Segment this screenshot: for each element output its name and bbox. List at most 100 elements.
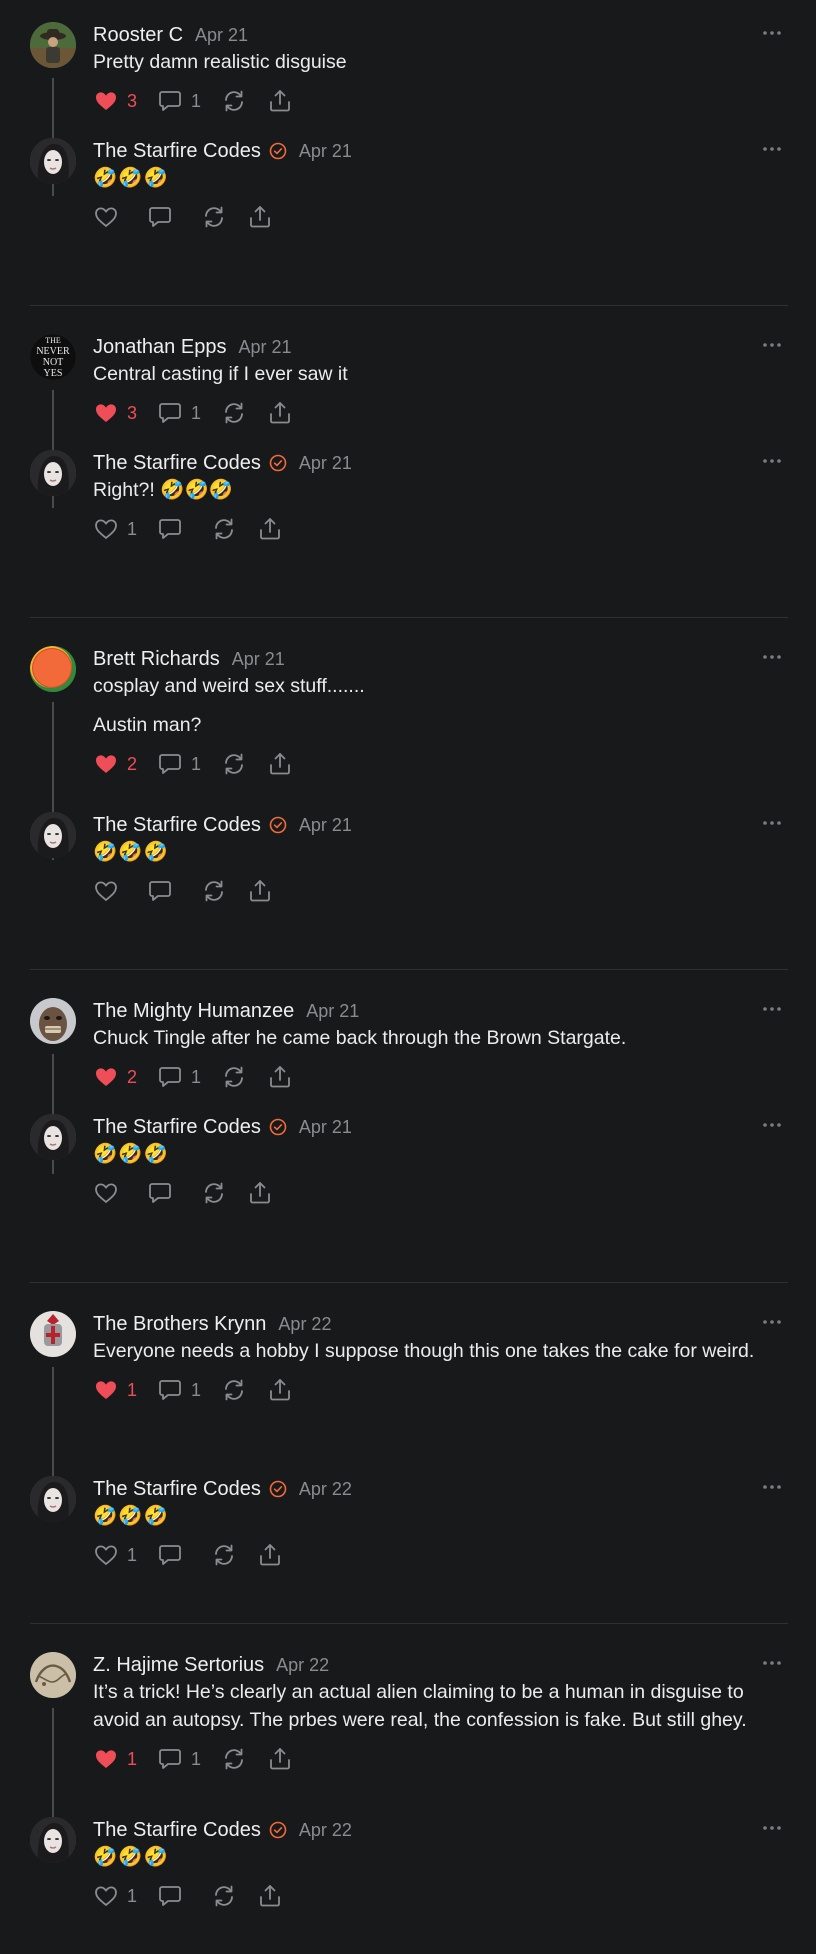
more-icon[interactable] <box>762 142 782 154</box>
avatar[interactable] <box>30 646 76 692</box>
comment-date[interactable]: Apr 21 <box>232 649 285 670</box>
avatar[interactable] <box>30 138 76 184</box>
comment-button[interactable] <box>147 204 181 230</box>
restack-button[interactable] <box>221 1064 247 1090</box>
comment-date[interactable]: Apr 22 <box>299 1820 352 1841</box>
share-button[interactable] <box>267 1746 293 1772</box>
share-button[interactable] <box>247 1180 273 1206</box>
like-button[interactable]: 3 <box>93 88 137 114</box>
avatar[interactable] <box>30 1476 76 1522</box>
comment-button[interactable]: 1 <box>157 751 201 777</box>
like-button[interactable]: 1 <box>93 516 137 542</box>
more-icon[interactable] <box>762 1821 782 1833</box>
restack-button[interactable] <box>221 751 247 777</box>
comment-button[interactable]: 1 <box>157 1746 201 1772</box>
comment-date[interactable]: Apr 21 <box>299 815 352 836</box>
like-button[interactable]: 3 <box>93 400 137 426</box>
author-name[interactable]: The Starfire Codes <box>93 140 261 163</box>
comment-button[interactable] <box>157 1883 191 1909</box>
restack-button[interactable] <box>221 1746 247 1772</box>
comment-button[interactable] <box>157 1542 191 1568</box>
author-name[interactable]: The Starfire Codes <box>93 814 261 837</box>
comment-date[interactable]: Apr 22 <box>276 1655 329 1676</box>
comment-button[interactable]: 1 <box>157 1377 201 1403</box>
avatar[interactable] <box>30 1114 76 1160</box>
comment-button[interactable] <box>147 1180 181 1206</box>
author-name[interactable]: Z. Hajime Sertorius <box>93 1654 264 1677</box>
comment-date[interactable]: Apr 21 <box>299 453 352 474</box>
share-button[interactable] <box>267 1377 293 1403</box>
like-button[interactable] <box>93 1180 127 1206</box>
comment-button[interactable] <box>157 516 191 542</box>
comment-date[interactable]: Apr 21 <box>306 1001 359 1022</box>
more-icon[interactable] <box>762 454 782 466</box>
restack-button[interactable] <box>211 1883 237 1909</box>
comment-date[interactable]: Apr 22 <box>278 1314 331 1335</box>
share-button[interactable] <box>267 88 293 114</box>
author-name[interactable]: The Starfire Codes <box>93 1478 261 1501</box>
like-button[interactable] <box>93 204 127 230</box>
more-icon[interactable] <box>762 26 782 38</box>
more-icon[interactable] <box>762 816 782 828</box>
restack-button[interactable] <box>211 1542 237 1568</box>
avatar[interactable] <box>30 812 76 858</box>
share-button[interactable] <box>257 1542 283 1568</box>
avatar[interactable] <box>30 450 76 496</box>
like-button[interactable] <box>93 878 127 904</box>
like-button[interactable]: 2 <box>93 1064 137 1090</box>
like-button[interactable]: 1 <box>93 1746 137 1772</box>
share-button[interactable] <box>267 751 293 777</box>
more-icon[interactable] <box>762 1118 782 1130</box>
more-icon[interactable] <box>762 1315 782 1327</box>
verified-badge-icon <box>269 1118 287 1136</box>
author-name[interactable]: Brett Richards <box>93 648 220 671</box>
like-button[interactable]: 2 <box>93 751 137 777</box>
restack-button[interactable] <box>221 400 247 426</box>
comment-date[interactable]: Apr 22 <box>299 1479 352 1500</box>
avatar[interactable] <box>30 1311 76 1357</box>
like-button[interactable]: 1 <box>93 1883 137 1909</box>
comment-button[interactable] <box>147 878 181 904</box>
avatar[interactable] <box>30 998 76 1044</box>
author-name[interactable]: The Brothers Krynn <box>93 1313 266 1336</box>
share-button[interactable] <box>247 878 273 904</box>
share-button[interactable] <box>257 1883 283 1909</box>
author-name[interactable]: Rooster C <box>93 24 183 47</box>
more-icon[interactable] <box>762 1480 782 1492</box>
share-button[interactable] <box>267 1064 293 1090</box>
author-name[interactable]: The Starfire Codes <box>93 452 261 475</box>
restack-button[interactable] <box>221 1377 247 1403</box>
avatar[interactable] <box>30 1652 76 1698</box>
avatar[interactable]: THE NEVER NOT YES <box>30 334 76 380</box>
comment-button[interactable]: 1 <box>157 88 201 114</box>
author-name[interactable]: The Mighty Humanzee <box>93 1000 294 1023</box>
comment-date[interactable]: Apr 21 <box>299 141 352 162</box>
like-button[interactable]: 1 <box>93 1377 137 1403</box>
comment-date[interactable]: Apr 21 <box>299 1117 352 1138</box>
author-name[interactable]: The Starfire Codes <box>93 1819 261 1842</box>
comment-button[interactable]: 1 <box>157 400 201 426</box>
restack-button[interactable] <box>201 878 227 904</box>
heart-icon <box>93 1064 119 1090</box>
author-name[interactable]: Jonathan Epps <box>93 336 226 359</box>
more-icon[interactable] <box>762 1656 782 1668</box>
svg-text:THE: THE <box>45 336 61 345</box>
comment-date[interactable]: Apr 21 <box>238 337 291 358</box>
avatar[interactable] <box>30 1817 76 1863</box>
restack-button[interactable] <box>211 516 237 542</box>
author-name[interactable]: The Starfire Codes <box>93 1116 261 1139</box>
share-button[interactable] <box>267 400 293 426</box>
restack-button[interactable] <box>201 1180 227 1206</box>
svg-text:NOT: NOT <box>43 357 64 368</box>
like-button[interactable]: 1 <box>93 1542 137 1568</box>
comment-button[interactable]: 1 <box>157 1064 201 1090</box>
share-button[interactable] <box>257 516 283 542</box>
restack-button[interactable] <box>221 88 247 114</box>
more-icon[interactable] <box>762 338 782 350</box>
restack-button[interactable] <box>201 204 227 230</box>
more-icon[interactable] <box>762 650 782 662</box>
share-button[interactable] <box>247 204 273 230</box>
avatar[interactable] <box>30 22 76 68</box>
comment-date[interactable]: Apr 21 <box>195 25 248 46</box>
more-icon[interactable] <box>762 1002 782 1014</box>
